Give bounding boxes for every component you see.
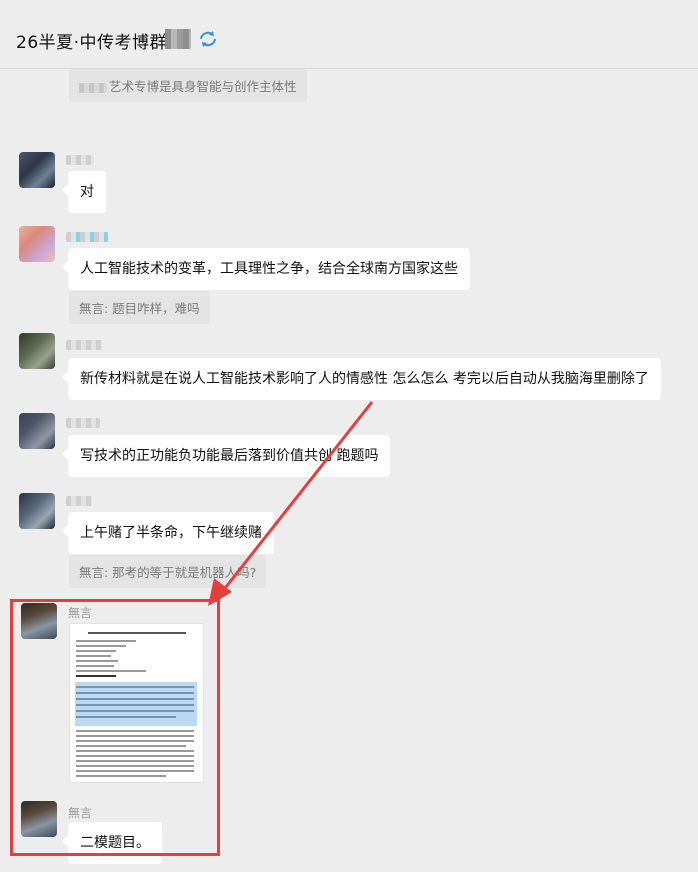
sender-name-blurred xyxy=(66,232,108,242)
message-quote[interactable]: 無言: 题目咋样，难吗 xyxy=(69,291,210,324)
sender-name-blurred xyxy=(66,496,92,506)
sync-icon[interactable] xyxy=(198,30,218,48)
annotation-highlight-box xyxy=(10,599,220,856)
message-bubble[interactable]: 人工智能技术的变革，工具理性之争，结合全球南方国家这些 xyxy=(62,248,470,290)
message-bubble[interactable]: 写技术的正功能负功能最后落到价值共创 跑题吗 xyxy=(61,435,391,477)
avatar[interactable] xyxy=(19,493,55,529)
message-bubble[interactable]: 上午赌了半条命，下午继续赌 xyxy=(62,512,274,554)
avatar[interactable] xyxy=(19,333,55,369)
blurred-badge xyxy=(165,29,191,49)
blurred-name xyxy=(79,82,107,93)
message-bubble[interactable]: 新传材料就是在说人工智能技术影响了人的情感性 怎么怎么 考完以后自动从我脑海里删… xyxy=(62,358,661,400)
message-quote[interactable]: 艺术专博是具身智能与创作主体性 xyxy=(69,69,307,102)
message-bubble[interactable]: 对 xyxy=(62,171,106,213)
message-quote[interactable]: 無言: 那考的等于就是机器人吗? xyxy=(69,555,267,588)
sender-name-blurred xyxy=(66,155,94,165)
chat-header: 26半夏·中传考博群 xyxy=(0,0,698,69)
sender-name-blurred xyxy=(66,340,102,350)
sender-name-blurred xyxy=(66,418,100,428)
avatar[interactable] xyxy=(19,152,55,188)
avatar[interactable] xyxy=(19,226,55,262)
chat-title[interactable]: 26半夏·中传考博群 xyxy=(16,28,167,53)
avatar[interactable] xyxy=(19,413,55,449)
